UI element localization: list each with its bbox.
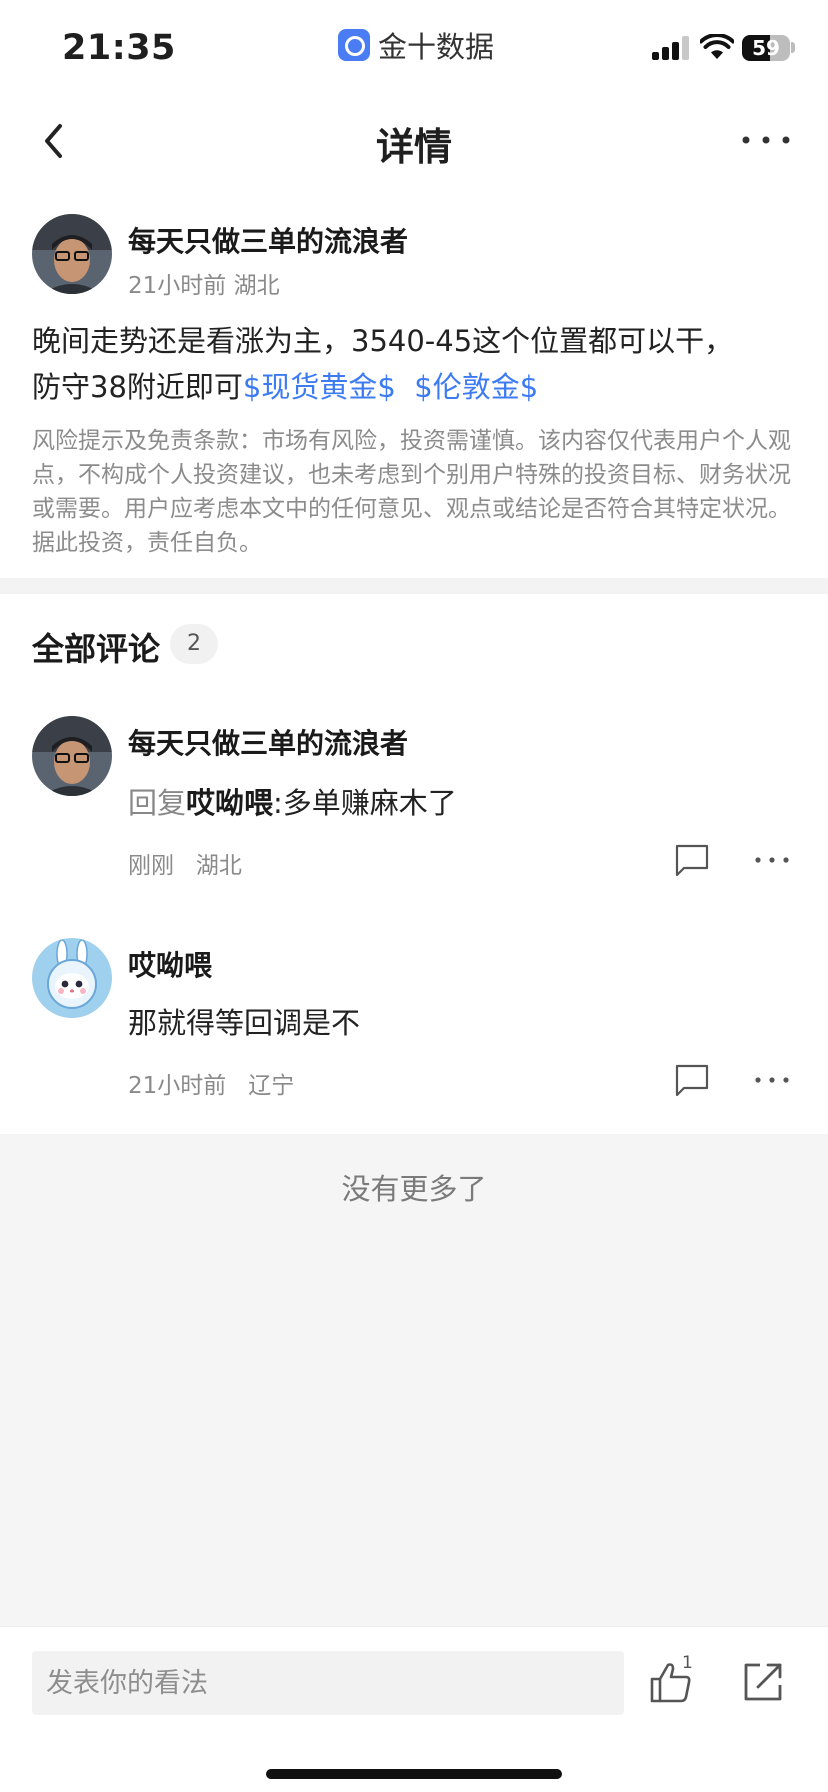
comment-input[interactable] bbox=[32, 1651, 624, 1715]
status-time: 21:35 bbox=[62, 28, 176, 68]
battery-level: 59 bbox=[752, 36, 780, 60]
comment-meta: 刚刚 湖北 bbox=[128, 853, 242, 879]
reply-icon[interactable] bbox=[672, 1060, 712, 1100]
comment-avatar[interactable] bbox=[32, 938, 112, 1018]
page-title: 详情 bbox=[375, 125, 452, 169]
detail-page: 21:35 金十数据 59 详情 每天只做三单的流浪者 21小时前 湖北 晚间走… bbox=[0, 0, 828, 1792]
tag-spot-gold[interactable]: $现货黄金$ bbox=[243, 370, 396, 404]
comment-text: 回复哎呦喂:多单赚麻木了 bbox=[128, 780, 457, 822]
comment-count-badge: 2 bbox=[170, 624, 218, 664]
nav-bar: 详情 bbox=[0, 96, 828, 186]
comment-author-name[interactable]: 每天只做三单的流浪者 bbox=[128, 722, 408, 762]
comment-author-name[interactable]: 哎呦喂 bbox=[128, 944, 212, 984]
comment-body-text: :多单赚麻木了 bbox=[273, 786, 457, 820]
tag-london-gold[interactable]: $伦敦金$ bbox=[414, 370, 538, 404]
comment-avatar[interactable] bbox=[32, 716, 112, 796]
post-author-avatar[interactable] bbox=[32, 214, 112, 294]
app-indicator[interactable]: 金十数据 bbox=[338, 26, 494, 64]
no-more-text: 没有更多了 bbox=[341, 1172, 487, 1206]
comment-body-text: 那就得等回调是不 bbox=[128, 1006, 361, 1040]
app-logo-icon bbox=[338, 29, 370, 61]
home-indicator[interactable] bbox=[266, 1769, 562, 1779]
post-text-line2-wrap: 防守38附近即可$现货黄金$ $伦敦金$ bbox=[32, 364, 796, 410]
comment-meta: 21小时前 辽宁 bbox=[128, 1073, 295, 1099]
battery-icon: 59 bbox=[742, 35, 790, 61]
post-content: 晚间走势还是看涨为主，3540-45这个位置都可以干， 防守38附近即可$现货黄… bbox=[32, 318, 796, 410]
comment-more-icon[interactable] bbox=[752, 1060, 792, 1100]
wifi-icon bbox=[700, 34, 734, 59]
post-meta: 21小时前 湖北 bbox=[128, 273, 280, 299]
post-author-name[interactable]: 每天只做三单的流浪者 bbox=[128, 220, 408, 260]
post-text-line1: 晚间走势还是看涨为主，3540-45这个位置都可以干， bbox=[32, 324, 734, 358]
comment-more-icon[interactable] bbox=[752, 840, 792, 880]
reply-target-name[interactable]: 哎呦喂 bbox=[186, 786, 273, 820]
like-count: 1 bbox=[682, 1653, 693, 1673]
app-name: 金十数据 bbox=[378, 30, 495, 64]
battery-tip bbox=[791, 42, 795, 53]
reply-icon[interactable] bbox=[672, 840, 712, 880]
reply-prefix: 回复 bbox=[128, 786, 187, 820]
status-bar: 21:35 金十数据 59 bbox=[0, 0, 828, 96]
section-divider bbox=[0, 578, 828, 594]
bottom-action-bar: 1 bbox=[0, 1626, 828, 1792]
share-button[interactable] bbox=[738, 1657, 788, 1707]
post-text-line2: 防守38附近即可 bbox=[32, 370, 243, 404]
more-options-button[interactable] bbox=[738, 120, 794, 160]
cellular-signal-icon bbox=[652, 36, 690, 60]
risk-disclaimer: 风险提示及免责条款：市场有风险，投资需谨慎。该内容仅代表用户个人观点，不构成个人… bbox=[32, 428, 791, 556]
comments-title: 全部评论 bbox=[32, 630, 161, 668]
